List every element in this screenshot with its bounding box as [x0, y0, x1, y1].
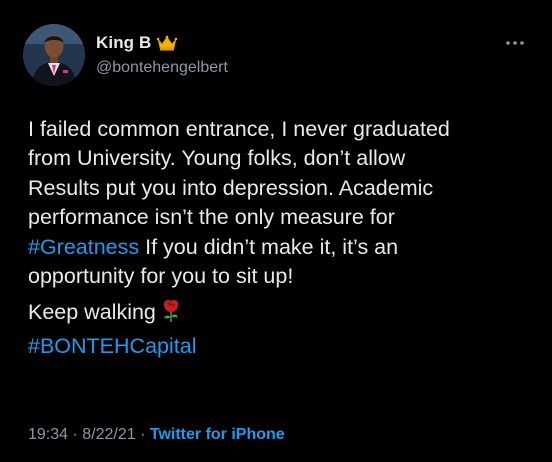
tweet-paragraph-2: Keep walking #BONTEHCapital — [28, 298, 540, 361]
tweet-card: King B @bontehengelbert I failed common … — [0, 0, 552, 462]
author-row: King B — [96, 33, 178, 53]
tweet-line: Keep walking — [28, 298, 540, 331]
tweet-line: opportunity for you to sit up! — [28, 264, 294, 289]
hashtag-bontehcapital-link[interactable]: #BONTEHCapital — [28, 334, 196, 358]
rose-icon — [160, 299, 182, 331]
author-display-name[interactable]: King B — [96, 33, 151, 53]
more-icon[interactable] — [502, 36, 528, 50]
tweet-line: #Greatness If you didn’t make it, it’s a… — [28, 233, 540, 262]
tweet-paragraph-1: I failed common entrance, I never gradua… — [28, 115, 540, 291]
tweet-line: Results put you into depression. Academi… — [28, 175, 434, 200]
tweet-time[interactable]: 19:34 — [28, 426, 68, 443]
meta-separator: · — [68, 426, 83, 443]
keep-walking-text: Keep walking — [28, 300, 156, 325]
avatar[interactable] — [23, 24, 85, 86]
tweet-line-rest: If you didn’t make it, it’s an — [139, 234, 399, 259]
tweet-line: I failed common entrance, I never gradua… — [28, 117, 450, 141]
author-handle[interactable]: @bontehengelbert — [96, 59, 228, 77]
tweet-source-link[interactable]: Twitter for iPhone — [150, 426, 285, 443]
crown-icon — [157, 35, 178, 51]
tweet-date[interactable]: 8/22/21 — [82, 426, 135, 443]
avatar-image — [23, 24, 85, 86]
hashtag-greatness-link[interactable]: #Greatness — [28, 235, 139, 259]
tweet-text: I failed common entrance, I never gradua… — [28, 115, 540, 361]
tweet-line: performance isn’t the only measure for — [28, 205, 395, 230]
tweet-meta: 19:34 · 8/22/21 · Twitter for iPhone — [28, 426, 285, 444]
tweet-line: #BONTEHCapital — [28, 332, 540, 361]
meta-separator: · — [135, 426, 150, 443]
tweet-line: from University. Young folks, don’t allo… — [28, 146, 406, 171]
